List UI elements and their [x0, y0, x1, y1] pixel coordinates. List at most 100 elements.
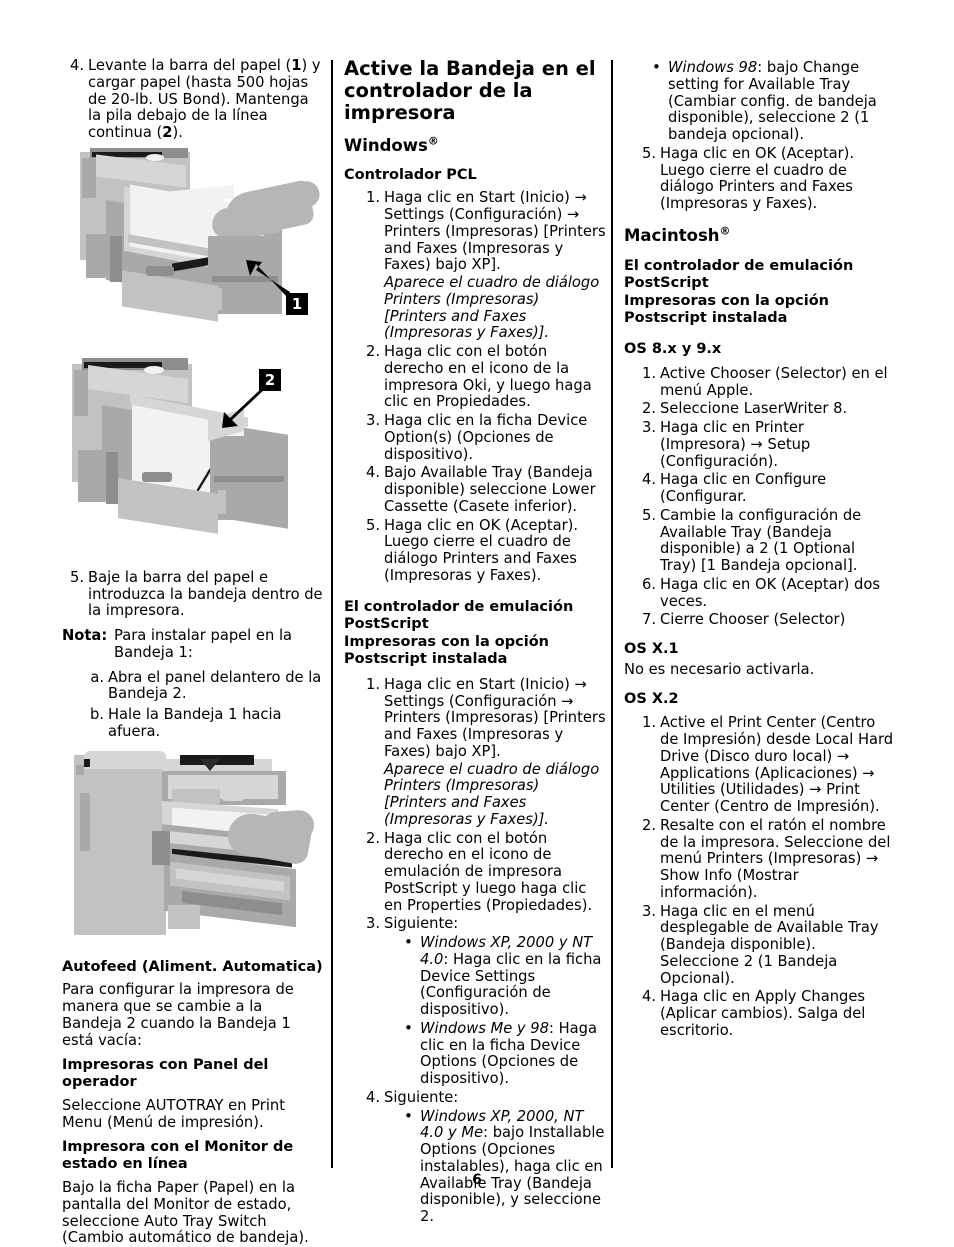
list-item: 4. Siguiente: • Windows XP, 2000, NT 4.0… — [358, 1088, 606, 1226]
os89-heading: OS 8.x y 9.x — [624, 340, 722, 357]
substep-text: Abra el panel delantero de la Bandeja 2. — [108, 668, 322, 703]
step-text: Haga clic en Configure (Configurar. — [660, 471, 827, 506]
step-number: 5. — [365, 516, 380, 534]
list-item: 4. Bajo Available Tray (Bandeja disponib… — [358, 465, 606, 515]
continued-bullet-list: • Windows 98: bajo Change setting for Av… — [650, 58, 894, 144]
step-text: Resalte con el ratón el nombre de la imp… — [660, 816, 891, 901]
step-number: 4. — [365, 1088, 380, 1106]
left-column: 4. Levante la barra del papel (1) y carg… — [62, 57, 324, 1247]
list-item: • Windows XP, 2000 y NT 4.0: Haga clic e… — [402, 933, 606, 1019]
column-divider-left — [331, 60, 333, 1168]
step-text: Seleccione LaserWriter 8. — [660, 400, 848, 418]
step-number: 2. — [365, 829, 380, 847]
substep-letter: b. — [90, 706, 104, 723]
list-item: • Windows 98: bajo Change setting for Av… — [650, 58, 894, 144]
step-number: 1. — [365, 189, 380, 207]
figure-tray-fill-line: 2 — [62, 357, 318, 558]
step-text: Haga clic en Start (Inicio) → Settings (… — [384, 675, 606, 760]
step-text: Baje la barra del papel e introduzca la … — [88, 568, 323, 620]
bullet-icon: • — [404, 1106, 413, 1125]
callout-arrow-icon — [222, 385, 266, 428]
step-number: 7. — [641, 611, 656, 629]
page-number: 6 — [472, 1172, 482, 1188]
step-text: Siguiente: — [384, 915, 459, 933]
autofeed-heading: Autofeed (Aliment. Automatica) — [62, 958, 323, 975]
list-item: 3. Haga clic en Printer (Impresora) → Se… — [634, 419, 894, 470]
figure-callout-2: 2 — [259, 368, 281, 391]
step-text: Haga clic en OK (Aceptar) dos veces. — [660, 575, 881, 610]
mac-ps-subheading: Impresoras con la opción Postscript inst… — [624, 293, 829, 327]
list-item: 2. Haga clic con el botón derecho en el … — [358, 343, 606, 411]
step-text: Cierre Chooser (Selector) — [660, 611, 846, 629]
step-number: 5. — [641, 144, 656, 162]
step-text: Haga clic en Printer (Impresora) → Setup… — [660, 419, 811, 470]
list-item: 3. Siguiente: • Windows XP, 2000 y NT 4.… — [358, 916, 606, 1088]
step-number: 2. — [641, 400, 656, 418]
bullet-icon: • — [404, 933, 413, 952]
pcl-driver-heading: Controlador PCL — [344, 166, 477, 183]
bullet-emphasis: Windows 98 — [668, 59, 758, 76]
list-item: 2. Resalte con el ratón el nombre de la … — [634, 816, 894, 902]
step-list-left-top: 4. Levante la barra del papel (1) y carg… — [62, 57, 324, 142]
registered-icon: ® — [427, 134, 439, 148]
step-text: Haga clic con el botón derecho en el ico… — [384, 343, 592, 411]
list-item: 4. Haga clic en Apply Changes (Aplicar c… — [634, 989, 894, 1039]
mac-ps-heading: El controlador de emulación PostScript — [624, 257, 854, 291]
list-item: 6. Haga clic en OK (Aceptar) dos veces. — [634, 575, 894, 611]
list-item: 4. Haga clic en Configure (Configurar. — [634, 471, 894, 506]
step-text: Haga clic en Apply Changes (Aplicar camb… — [660, 988, 866, 1039]
macintosh-heading: Macintosh® — [624, 224, 731, 245]
list-item: 1. Haga clic en Start (Inicio) → Setting… — [358, 190, 606, 342]
sub-step-list: a. Abra el panel delantero de la Bandeja… — [84, 668, 324, 741]
list-item: • Windows XP, 2000, NT 4.0 y Me: bajo In… — [402, 1106, 606, 1226]
list-item: 7. Cierre Chooser (Selector) — [634, 611, 894, 629]
step-list-left-bottom: 5. Baje la barra del papel e introduzca … — [62, 568, 324, 620]
list-item: 1. Active el Print Center (Centro de Imp… — [634, 715, 894, 816]
autofeed-sub2-heading: Impresora con el Monitor de estado en lí… — [62, 1139, 294, 1173]
step-number: 1. — [641, 714, 656, 732]
list-item: 5. Baje la barra del papel e introduzca … — [62, 568, 324, 620]
step-number: 4. — [641, 988, 656, 1006]
step-text: Haga clic en OK (Aceptar). Luego cierre … — [660, 144, 855, 212]
windows-heading: Windows® — [344, 134, 439, 155]
ps-step-list: 1. Haga clic en Start (Inicio) → Setting… — [358, 675, 606, 1226]
step-number: 3. — [365, 915, 380, 933]
osx2-heading: OS X.2 — [624, 690, 679, 707]
step-number: 2. — [641, 816, 656, 834]
pcl-step-list: 1. Haga clic en Start (Inicio) → Setting… — [358, 190, 606, 584]
step-number: 2. — [365, 343, 380, 361]
substep-text: Hale la Bandeja 1 hacia afuera. — [108, 706, 282, 740]
step-number: 4. — [69, 57, 84, 74]
right-column: • Windows 98: bajo Change setting for Av… — [624, 58, 894, 1048]
step-text: Bajo Available Tray (Bandeja disponible)… — [384, 464, 596, 515]
step-number: 3. — [641, 902, 656, 920]
figure-tray1-pullout — [62, 748, 318, 949]
autofeed-sub1-text: Seleccione AUTOTRAY en Print Menu (Menú … — [62, 1096, 285, 1131]
autofeed-sub1-heading: Impresoras con Panel del operador — [62, 1057, 269, 1091]
bullet-icon: • — [404, 1018, 413, 1037]
step-text: Haga clic en la ficha Device Option(s) (… — [384, 412, 588, 463]
list-item: 2. Haga clic con el botón derecho en el … — [358, 829, 606, 915]
figure-tray-loading-paper: 1 — [62, 147, 324, 348]
step-text: Haga clic en Start (Inicio) → Settings (… — [384, 189, 606, 274]
step-number: 5. — [69, 568, 84, 586]
step-text: Active el Print Center (Centro de Impres… — [660, 714, 894, 816]
middle-column: Active la Bandeja en el controlador de l… — [344, 57, 606, 1234]
step-note: Aparece el cuadro de diálogo Printers (I… — [384, 760, 600, 828]
list-item: 5. Haga clic en OK (Aceptar). Luego cier… — [358, 516, 606, 585]
os89-step-list: 1. Active Chooser (Selector) en el menú … — [634, 365, 894, 629]
step-text: Haga clic en OK (Aceptar). Luego cierre … — [384, 516, 579, 584]
bullet-text: : Haga clic en la ficha Device Settings … — [420, 950, 602, 1019]
list-item: b. Hale la Bandeja 1 hacia afuera. — [84, 706, 324, 741]
note-block: Nota: Para instalar papel en la Bandeja … — [62, 627, 324, 662]
step-number: 4. — [365, 464, 380, 482]
osx2-step-list: 1. Active el Print Center (Centro de Imp… — [634, 715, 894, 1039]
list-item: 1. Active Chooser (Selector) en el menú … — [634, 365, 894, 400]
list-item: a. Abra el panel delantero de la Bandeja… — [84, 668, 324, 704]
osx1-text: No es necesario activarla. — [624, 660, 815, 678]
list-item: 4. Levante la barra del papel (1) y carg… — [62, 57, 324, 142]
step-number: 3. — [365, 412, 380, 430]
osx1-heading: OS X.1 — [624, 641, 679, 658]
step-note: Aparece el cuadro de diálogo Printers (I… — [384, 274, 600, 342]
step-text: Haga clic en el menú desplegable de Avai… — [660, 902, 879, 987]
